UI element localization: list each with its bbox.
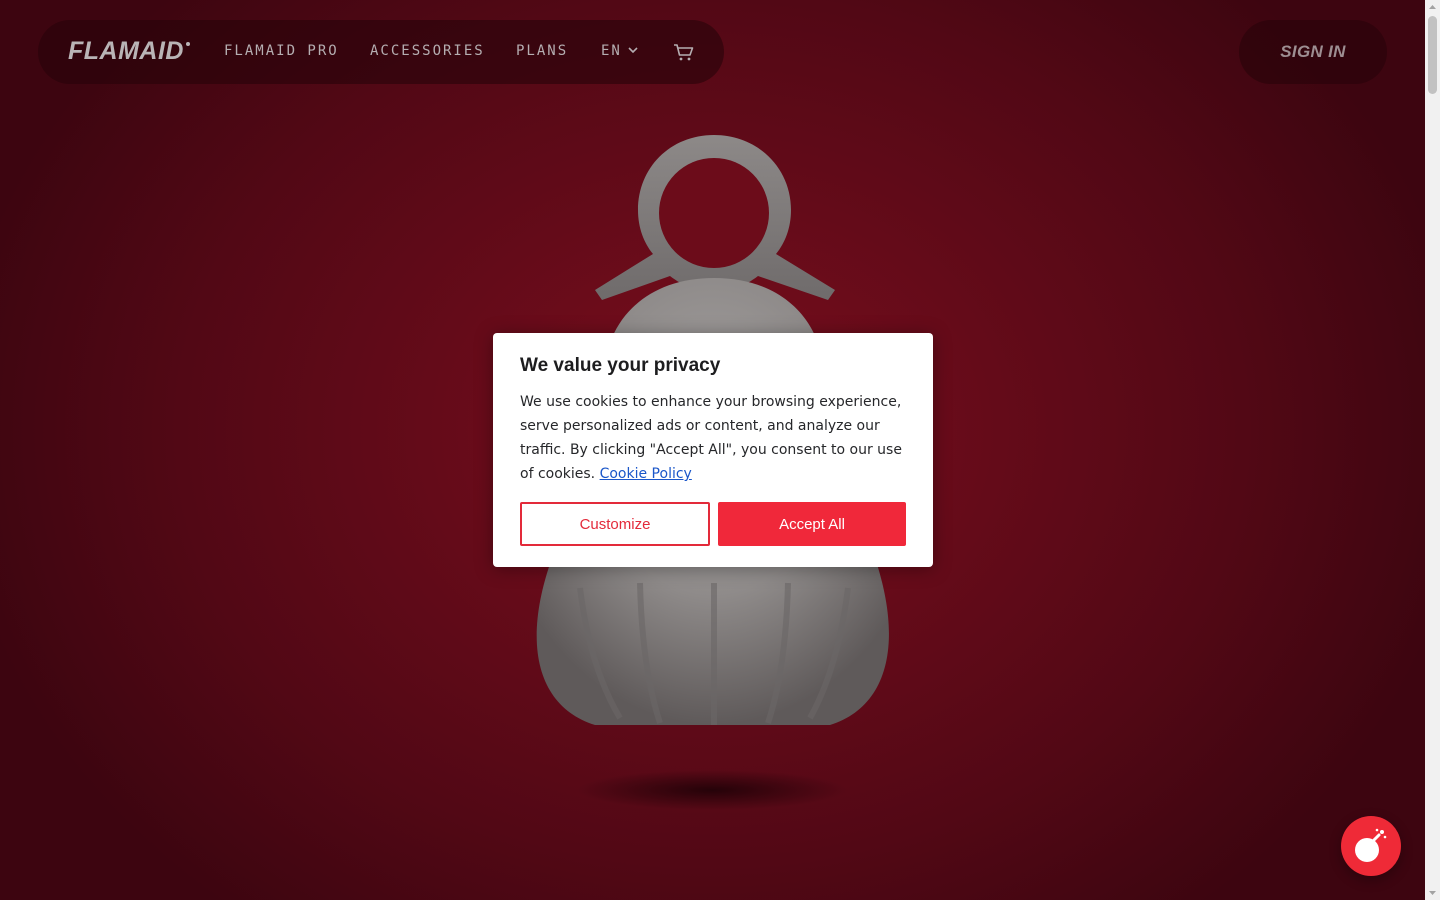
page: FLAMAID FLAMAID PRO ACCESSORIES PLANS EN… xyxy=(0,0,1425,900)
chat-button[interactable] xyxy=(1341,816,1401,876)
chevron-down-icon xyxy=(628,47,638,54)
cookie-policy-link[interactable]: Cookie Policy xyxy=(600,466,692,482)
customize-button[interactable]: Customize xyxy=(520,502,710,546)
cart-icon[interactable] xyxy=(673,42,695,62)
nav-link-accessories[interactable]: ACCESSORIES xyxy=(370,42,485,60)
scroll-up-icon[interactable] xyxy=(1425,0,1440,14)
cookie-dialog-text: We use cookies to enhance your browsing … xyxy=(520,394,902,482)
sign-in-button[interactable]: SIGN IN xyxy=(1239,20,1387,84)
chat-bomb-icon xyxy=(1355,828,1387,862)
scroll-down-icon[interactable] xyxy=(1425,886,1440,900)
cookie-consent-dialog: We value your privacy We use cookies to … xyxy=(493,333,933,567)
cookie-dialog-body: We use cookies to enhance your browsing … xyxy=(520,390,915,486)
accept-all-button[interactable]: Accept All xyxy=(718,502,906,546)
nav-link-flamaid-pro[interactable]: FLAMAID PRO xyxy=(224,42,339,60)
scrollbar-thumb[interactable] xyxy=(1428,16,1437,94)
vertical-scrollbar[interactable] xyxy=(1425,0,1440,900)
logo-dot-icon xyxy=(186,42,190,46)
nav-link-plans[interactable]: PLANS xyxy=(516,42,568,60)
cookie-dialog-title: We value your privacy xyxy=(520,355,721,376)
logo[interactable]: FLAMAID xyxy=(68,37,184,65)
language-selector[interactable]: EN xyxy=(601,42,622,60)
